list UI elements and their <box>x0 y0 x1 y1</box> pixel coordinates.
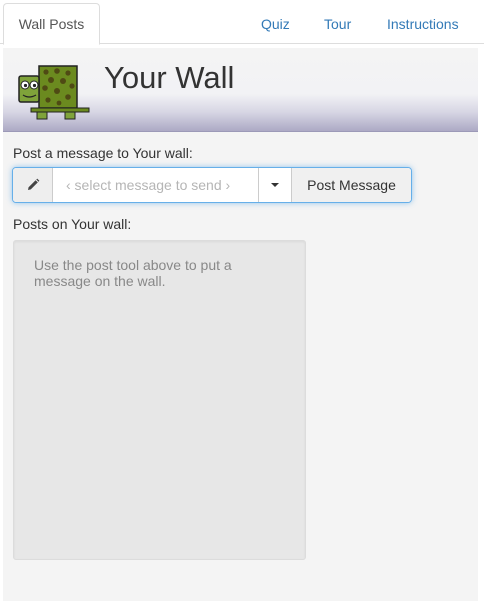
page-title: Your Wall <box>104 60 235 95</box>
tab-tour[interactable]: Tour <box>324 16 351 32</box>
top-nav: Wall Posts Quiz Tour Instructions <box>0 0 484 45</box>
posts-label: Posts on Your wall: <box>13 216 132 232</box>
message-dropdown-button[interactable] <box>259 168 292 202</box>
tab-instructions[interactable]: Instructions <box>387 16 459 32</box>
post-message-button[interactable]: Post Message <box>292 168 411 202</box>
posts-list: Use the post tool above to put a message… <box>13 240 306 560</box>
wall-banner: Your Wall <box>3 48 478 132</box>
caret-down-icon <box>271 183 279 187</box>
post-tool: ‹ select message to send › Post Message <box>12 167 412 203</box>
message-select[interactable]: ‹ select message to send › <box>53 168 259 202</box>
tab-wall-posts[interactable]: Wall Posts <box>3 3 100 45</box>
post-message-label: Post Message <box>307 177 396 193</box>
message-select-placeholder: ‹ select message to send › <box>66 177 231 193</box>
turtle-icon <box>18 65 90 120</box>
pencil-addon <box>13 168 53 202</box>
tab-quiz[interactable]: Quiz <box>261 16 290 32</box>
pencil-icon <box>27 178 39 190</box>
posts-empty-message: Use the post tool above to put a message… <box>34 257 232 289</box>
tab-wall-posts-label: Wall Posts <box>18 16 85 32</box>
wall-panel: Your Wall Post a message to Your wall: ‹… <box>3 48 478 601</box>
post-tool-label: Post a message to Your wall: <box>13 145 193 161</box>
